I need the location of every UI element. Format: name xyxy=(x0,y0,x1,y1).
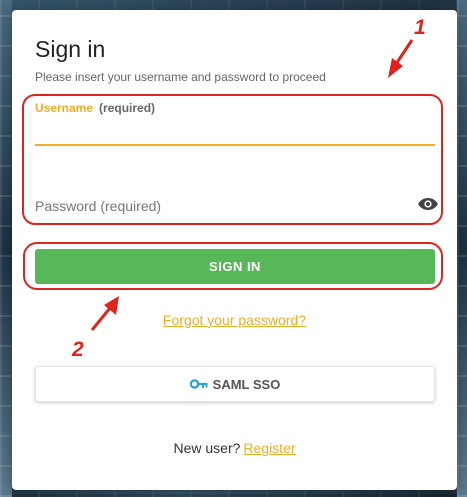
annotation-marker-2: 2 xyxy=(72,338,84,361)
new-user-text: New user? xyxy=(173,440,241,456)
page-title: Sign in xyxy=(35,36,106,62)
saml-sso-label: SAML SSO xyxy=(212,376,281,392)
saml-sso-button[interactable]: SAML SSO xyxy=(35,366,435,402)
background-strip-left xyxy=(0,0,12,497)
register-link[interactable]: Register xyxy=(243,440,295,456)
register-line: New user? Register xyxy=(12,440,457,456)
forgot-password-link[interactable]: Forgot your password? xyxy=(12,312,457,328)
background-strip-right xyxy=(457,0,467,497)
annotation-box-sign-in xyxy=(23,242,443,290)
login-subtitle: Please insert your username and password… xyxy=(35,70,326,84)
key-icon xyxy=(189,379,208,389)
annotation-marker-1: 1 xyxy=(414,16,426,39)
annotation-box-credentials xyxy=(22,94,443,225)
